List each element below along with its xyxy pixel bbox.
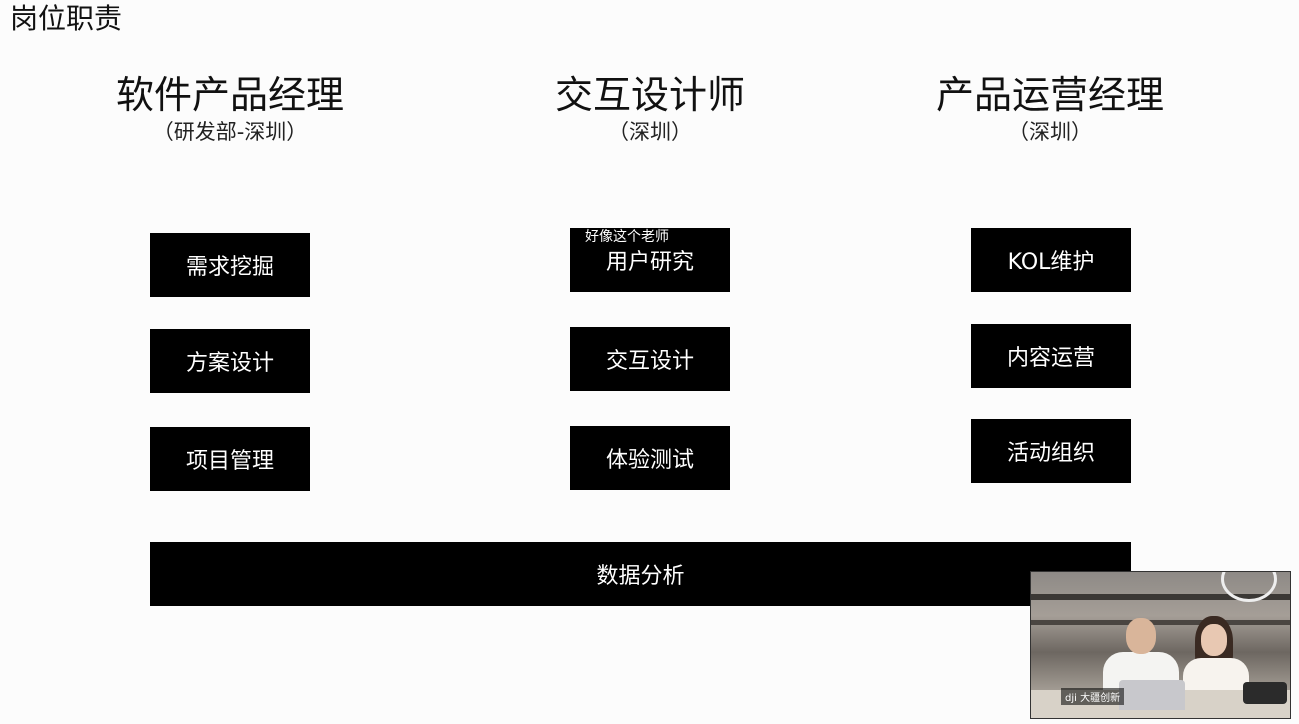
laptop-icon (1119, 680, 1185, 710)
task-box: 交互设计 (570, 327, 730, 391)
task-box: 方案设计 (150, 329, 310, 393)
role-title: 交互设计师 (554, 73, 745, 117)
task-label: 方案设计 (185, 351, 274, 376)
page-title: 岗位职责 (10, 2, 123, 35)
presenter-video[interactable]: dji 大疆创新 (1030, 571, 1291, 719)
task-label: 需求挖掘 (185, 255, 274, 280)
role-title: 软件产品经理 (115, 73, 344, 117)
role-location: （研发部-深圳） (152, 120, 308, 144)
task-label: 活动组织 (1006, 441, 1095, 466)
shared-task-label: 数据分析 (596, 564, 685, 589)
background-shelf (1031, 620, 1290, 625)
task-label: 交互设计 (605, 349, 694, 374)
task-label: 内容运营 (1006, 346, 1095, 371)
task-label: KOL维护 (1007, 250, 1095, 275)
brand-label: dji 大疆创新 (1061, 688, 1125, 705)
drone-icon (1243, 682, 1287, 704)
task-box: KOL维护 (971, 228, 1131, 292)
slide: 岗位职责 软件产品经理 （研发部-深圳） 交互设计师 （深圳） 产品运营经理 （… (0, 0, 1299, 724)
column-header-software-pm: 软件产品经理 （研发部-深圳） (60, 72, 400, 146)
column-header-product-ops-manager: 产品运营经理 （深圳） (880, 72, 1220, 146)
task-box: 好像这个老师 用户研究 (570, 228, 730, 292)
task-box: 活动组织 (971, 419, 1131, 483)
task-box: 内容运营 (971, 324, 1131, 388)
video-subtitle: 好像这个老师 (585, 229, 669, 245)
column-header-interaction-designer: 交互设计师 （深圳） (480, 72, 820, 146)
presenter-left-head (1126, 618, 1156, 654)
role-title: 产品运营经理 (935, 73, 1164, 117)
role-location: （深圳） (608, 120, 692, 144)
presenter-right-head (1201, 624, 1227, 656)
task-box: 体验测试 (570, 426, 730, 490)
task-box: 需求挖掘 (150, 233, 310, 297)
role-location: （深圳） (1008, 120, 1092, 144)
task-box: 项目管理 (150, 427, 310, 491)
task-label: 用户研究 (605, 250, 694, 275)
shared-task-box: 数据分析 (150, 542, 1131, 606)
task-label: 体验测试 (605, 448, 694, 473)
task-label: 项目管理 (185, 449, 274, 474)
